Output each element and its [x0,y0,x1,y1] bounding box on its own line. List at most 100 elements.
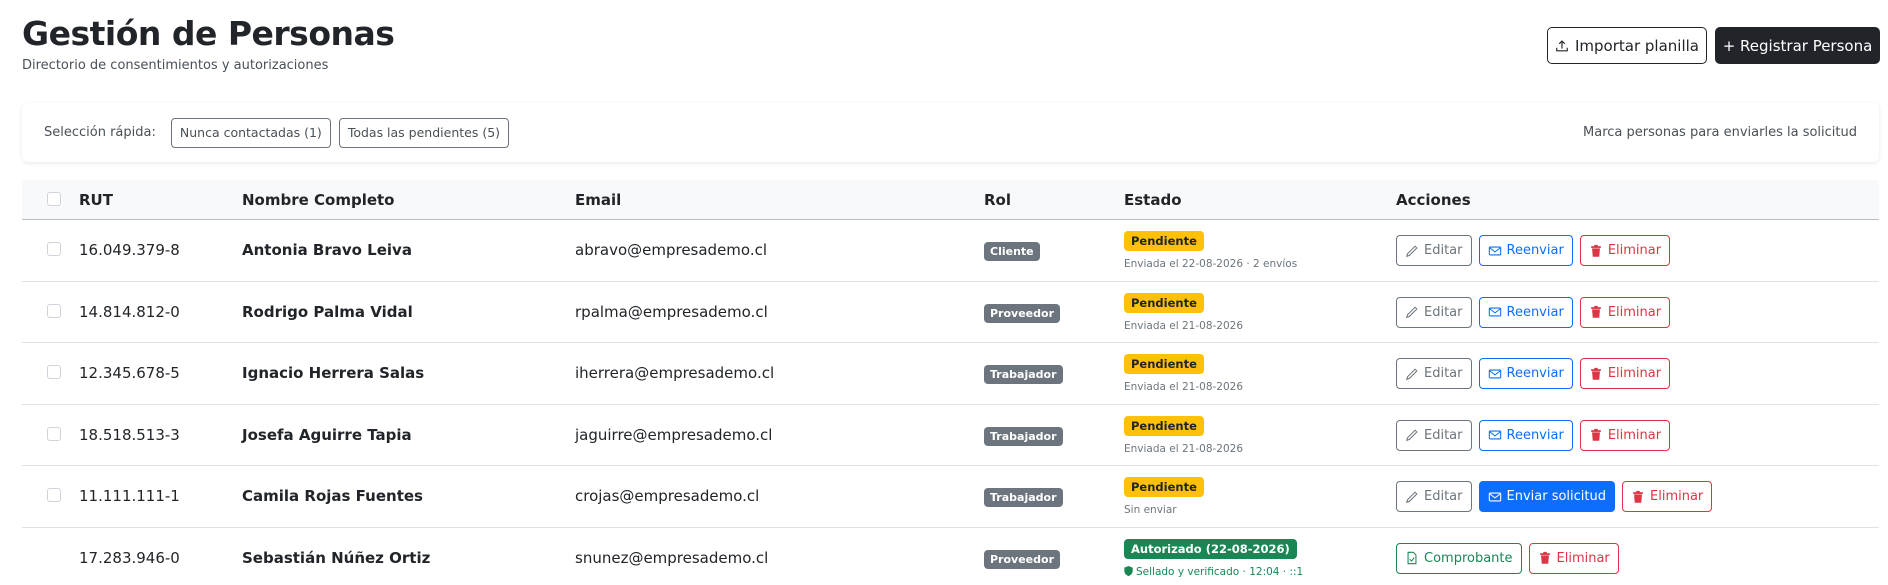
delete-button[interactable]: Eliminar [1579,419,1671,451]
name-cell: Rodrigo Palma Vidal [242,302,413,321]
status-badge: Autorizado (22-08-2026) [1124,538,1297,559]
edit-button[interactable]: Editar [1396,481,1472,512]
row-checkbox[interactable] [47,242,61,256]
send-request-button[interactable]: Enviar solicitud [1478,481,1615,512]
delete-label: Eliminar [1607,243,1662,258]
name-cell: Ignacio Herrera Salas [242,364,425,382]
delete-label: Eliminar [1650,489,1704,504]
row-checkbox[interactable] [47,365,61,379]
pencil-icon [1405,244,1418,257]
resend-label: Reenviar [1506,427,1564,443]
table-row: 16.049.379-8 Antonia Bravo Leiva abravo@… [22,220,1879,282]
status-detail: Sellado y verificado · 12:04 · ::1 [1124,565,1304,578]
row-actions: Editar Reenviar Eliminar [1396,235,1671,266]
resend-button[interactable]: Reenviar [1478,235,1573,266]
rut-cell: 17.283.946-0 [79,548,180,567]
table-row: 12.345.678-5 Ignacio Herrera Salas iherr… [22,343,1879,405]
row-checkbox[interactable] [47,488,61,502]
column-header-rut[interactable]: RUT [79,191,113,209]
row-actions: Comprobante Eliminar [1396,542,1619,574]
status-badge: Pendiente [1124,231,1204,251]
delete-button[interactable]: Eliminar [1579,358,1671,389]
table-row: 11.111.111-1 Camila Rojas Fuentes crojas… [22,466,1879,528]
pencil-icon [1405,490,1418,503]
delete-label: Eliminar [1607,304,1662,320]
email-cell: crojas@empresademo.cl [575,487,760,505]
edit-button[interactable]: Editar [1396,358,1472,389]
role-badge: Proveedor [984,303,1060,323]
column-header-role[interactable]: Rol [984,191,1011,209]
page-title: Gestión de Personas [22,14,395,53]
trash-icon [1591,244,1601,257]
envelope-icon [1488,492,1501,501]
edit-label: Editar [1424,243,1463,258]
delete-button[interactable]: Eliminar [1622,481,1713,512]
role-badge: Cliente [984,242,1040,261]
receipt-label: Comprobante [1424,550,1513,566]
resend-button[interactable]: Reenviar [1478,358,1573,389]
resend-label: Reenviar [1506,304,1564,320]
delete-button[interactable]: Eliminar [1579,235,1671,266]
row-checkbox[interactable] [47,303,61,318]
status-badge: Pendiente [1124,354,1204,374]
status-badge: Pendiente [1124,477,1204,497]
row-actions: Editar Reenviar Eliminar [1396,358,1671,389]
row-actions: Editar Reenviar Eliminar [1396,419,1671,451]
rut-cell: 12.345.678-5 [79,364,180,382]
delete-button[interactable]: Eliminar [1528,542,1619,574]
import-spreadsheet-button[interactable]: Importar planilla [1547,27,1707,64]
column-header-email[interactable]: Email [575,191,621,209]
status-detail-text: Sellado y verificado · 12:04 · ::1 [1136,565,1304,578]
trash-icon [1633,490,1643,503]
email-cell: rpalma@empresademo.cl [575,302,768,321]
quick-select-hint: Marca personas para enviarles la solicit… [1583,125,1857,140]
name-cell: Sebastián Núñez Ortiz [242,548,431,567]
edit-button[interactable]: Editar [1396,296,1472,328]
edit-label: Editar [1424,304,1463,320]
email-cell: iherrera@empresademo.cl [575,364,775,382]
register-person-button[interactable]: + Registrar Persona [1715,27,1880,64]
resend-button[interactable]: Reenviar [1478,419,1573,451]
delete-button[interactable]: Eliminar [1579,296,1671,328]
envelope-icon [1488,369,1501,378]
status-detail: Enviada el 21-08-2026 [1124,442,1244,455]
page-header: Gestión de Personas Directorio de consen… [22,14,395,73]
upload-icon [1556,39,1568,51]
people-table: RUT Nombre Completo Email Rol Estado Acc… [22,180,1879,585]
chip-all-pending[interactable]: Todas las pendientes (5) [338,117,510,148]
rut-cell: 16.049.379-8 [79,241,180,259]
name-cell: Camila Rojas Fuentes [242,487,423,505]
chip-never-contacted[interactable]: Nunca contactadas (1) [170,117,331,148]
envelope-icon [1488,430,1501,440]
pencil-icon [1405,367,1418,380]
row-actions: Editar Reenviar Eliminar [1396,296,1671,328]
delete-label: Eliminar [1607,366,1662,381]
delete-label: Eliminar [1556,550,1610,566]
edit-button[interactable]: Editar [1396,419,1472,451]
row-checkbox[interactable] [47,426,61,441]
trash-icon [1591,428,1601,441]
select-all-checkbox[interactable] [47,192,61,206]
rut-cell: 18.518.513-3 [79,425,180,444]
resend-label: Reenviar [1506,243,1564,258]
page-subtitle: Directorio de consentimientos y autoriza… [22,58,329,73]
column-header-status[interactable]: Estado [1124,191,1182,209]
table-row: 18.518.513-3 Josefa Aguirre Tapia jaguir… [22,405,1879,466]
table-row: 14.814.812-0 Rodrigo Palma Vidal rpalma@… [22,282,1879,343]
resend-label: Reenviar [1506,366,1564,381]
status-detail: Enviada el 22-08-2026 · 2 envíos [1124,258,1298,270]
import-label: Importar planilla [1575,36,1699,55]
table-row: 17.283.946-0 Sebastián Núñez Ortiz snune… [22,528,1879,585]
role-badge: Proveedor [984,549,1060,569]
column-header-name[interactable]: Nombre Completo [242,191,395,209]
receipt-button[interactable]: Comprobante [1396,542,1522,574]
role-badge: Trabajador [984,365,1063,384]
status-detail: Sin enviar [1124,504,1177,516]
row-actions: Editar Enviar solicitud Eliminar [1396,481,1713,512]
status-badge: Pendiente [1124,415,1204,436]
resend-button[interactable]: Reenviar [1478,296,1573,328]
edit-button[interactable]: Editar [1396,235,1472,266]
pencil-icon [1405,306,1418,319]
trash-icon [1539,551,1550,564]
email-cell: snunez@empresademo.cl [575,548,769,567]
